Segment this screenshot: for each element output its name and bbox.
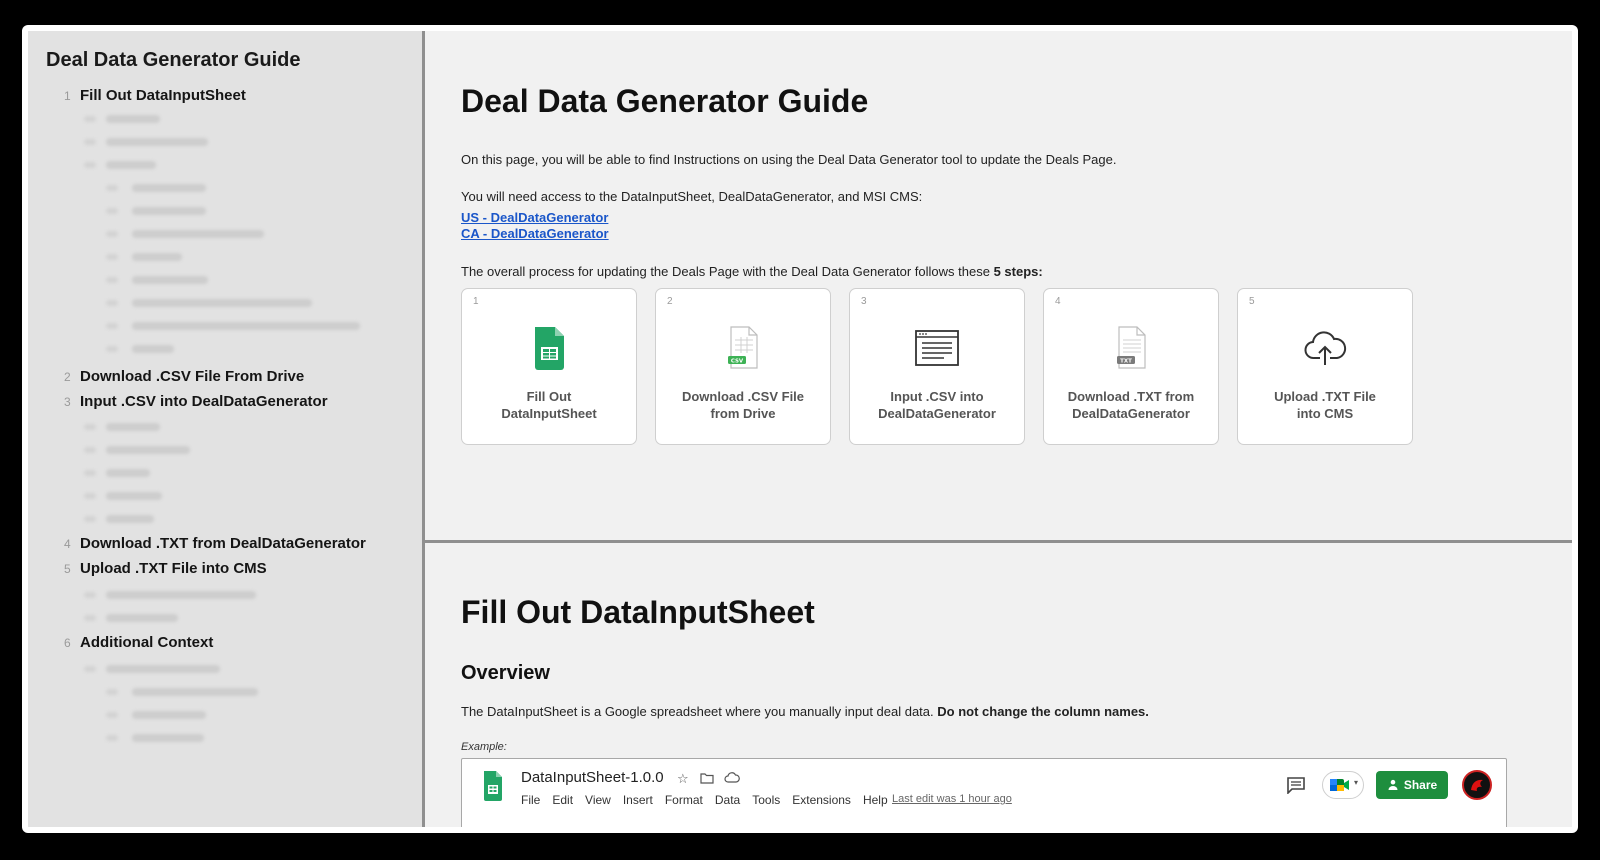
intro-text: On this page, you will be able to find I…: [461, 152, 1117, 167]
menu-edit[interactable]: Edit: [552, 793, 573, 807]
process-text-main: The overall process for updating the Dea…: [461, 264, 994, 279]
step-card-2[interactable]: 2 CSV Download .CSV File from Drive: [655, 288, 831, 445]
process-text-bold: 5 steps:: [993, 264, 1043, 279]
toc-label: Input .CSV into DealDataGenerator: [80, 393, 328, 410]
step-label: Download .TXT from DealDataGenerator: [1052, 388, 1210, 422]
move-folder-icon: [700, 773, 714, 784]
step-label-line2: into CMS: [1296, 406, 1354, 421]
toc-label: Download .CSV File From Drive: [80, 368, 305, 385]
toc-number: 6: [64, 636, 71, 650]
process-text: The overall process for updating the Dea…: [461, 264, 1043, 279]
menu-view[interactable]: View: [585, 793, 611, 807]
overview-text-bold: Do not change the column names.: [937, 704, 1149, 719]
steps-cards: 1 Fill Out DataInputSheet 2 CSV Download…: [461, 288, 1413, 445]
svg-text:CSV: CSV: [731, 358, 744, 364]
window-frame: Deal Data Generator Guide 1 Fill Out Data…: [22, 25, 1578, 833]
share-label: Share: [1403, 778, 1438, 792]
overview-text-main: The DataInputSheet is a Google spreadshe…: [461, 704, 938, 719]
step-label-line2: from Drive: [710, 406, 776, 421]
txt-file-icon: TXT: [1117, 326, 1146, 369]
step-card-4[interactable]: 4 TXT Download .TXT from DealDataGenerato…: [1043, 288, 1219, 445]
toc-item-input-csv[interactable]: 3 Input .CSV into DealDataGenerator: [64, 393, 328, 410]
step-number: 1: [473, 296, 479, 307]
step-label: Input .CSV into DealDataGenerator: [858, 388, 1016, 422]
section-title-fill-out: Fill Out DataInputSheet: [461, 594, 815, 630]
step-card-5[interactable]: 5 Upload .TXT File into CMS: [1237, 288, 1413, 445]
step-label-line2: DataInputSheet: [501, 406, 597, 421]
step-label-line1: Upload .TXT File: [1274, 389, 1376, 404]
toc-item-additional-context[interactable]: 6 Additional Context: [64, 634, 213, 651]
step-label-line1: Fill Out: [526, 389, 572, 404]
step-card-1[interactable]: 1 Fill Out DataInputSheet: [461, 288, 637, 445]
toc-label: Upload .TXT File into CMS: [80, 560, 267, 577]
csv-file-icon: CSV: [728, 326, 758, 369]
step-label: Download .CSV File from Drive: [664, 388, 822, 422]
lock-person-icon: [1388, 779, 1398, 790]
spreadsheet-screenshot: DataInputSheet-1.0.0 ☆ File Edit View In…: [461, 758, 1507, 827]
browser-window-icon: [915, 330, 959, 366]
overview-heading: Overview: [461, 662, 550, 684]
share-button[interactable]: Share: [1376, 771, 1448, 799]
google-sheets-icon: [484, 771, 502, 801]
step-card-3[interactable]: 3 Input .CSV into DealDataGenerator: [849, 288, 1025, 445]
page-content: Deal Data Generator Guide 1 Fill Out Data…: [28, 31, 1572, 827]
step-label: Upload .TXT File into CMS: [1246, 388, 1404, 422]
toc-label: Download .TXT from DealDataGenerator: [80, 535, 366, 552]
menu-help[interactable]: Help: [863, 793, 888, 807]
spreadsheet-menu-bar: File Edit View Insert Format Data Tools …: [521, 793, 888, 807]
step-label-line1: Download .CSV File: [681, 389, 805, 404]
toc-number: 4: [64, 537, 71, 551]
svg-text:TXT: TXT: [1120, 358, 1132, 364]
step-number: 2: [667, 296, 673, 307]
overview-text: The DataInputSheet is a Google spreadshe…: [461, 704, 1149, 719]
menu-format[interactable]: Format: [665, 793, 703, 807]
menu-insert[interactable]: Insert: [623, 793, 653, 807]
step-label-line2: DealDataGenerator: [1072, 406, 1190, 421]
spreadsheet-title: DataInputSheet-1.0.0: [521, 769, 664, 786]
avatar[interactable]: [1462, 770, 1492, 800]
star-icon: ☆: [677, 771, 689, 786]
toc-item-fill-out[interactable]: 1 Fill Out DataInputSheet: [64, 87, 246, 104]
sidebar-toc: Deal Data Generator Guide 1 Fill Out Data…: [28, 31, 425, 827]
comment-icon[interactable]: [1286, 776, 1306, 794]
toc-item-download-txt[interactable]: 4 Download .TXT from DealDataGenerator: [64, 535, 366, 552]
menu-file[interactable]: File: [521, 793, 540, 807]
step-label: Fill Out DataInputSheet: [470, 388, 628, 422]
access-text: You will need access to the DataInputShe…: [461, 189, 923, 204]
dragon-logo-icon: [1471, 779, 1483, 791]
step-number: 4: [1055, 296, 1061, 307]
toc-number: 3: [64, 395, 71, 409]
toc-label: Fill Out DataInputSheet: [80, 87, 246, 104]
sidebar-title: Deal Data Generator Guide: [46, 49, 301, 71]
toc-number: 2: [64, 370, 71, 384]
menu-extensions[interactable]: Extensions: [792, 793, 851, 807]
section-divider: [425, 540, 1572, 543]
main-content: Deal Data Generator Guide On this page, …: [425, 31, 1572, 827]
meet-button[interactable]: ▾: [1322, 771, 1364, 799]
step-label-line2: DealDataGenerator: [878, 406, 996, 421]
google-meet-icon: [1330, 779, 1349, 791]
us-dealdatagenerator-link[interactable]: US - DealDataGenerator: [461, 210, 608, 225]
example-label: Example:: [461, 741, 507, 753]
toc-number: 1: [64, 89, 71, 103]
toc-label: Additional Context: [80, 634, 214, 651]
google-sheets-icon: [535, 327, 564, 370]
step-number: 3: [861, 296, 867, 307]
page-title: Deal Data Generator Guide: [461, 83, 869, 119]
cloud-upload-icon: [1304, 331, 1347, 365]
cloud-status-icon: [724, 772, 740, 783]
toc-item-download-csv[interactable]: 2 Download .CSV File From Drive: [64, 368, 304, 385]
chevron-down-icon: ▾: [1354, 778, 1359, 787]
ca-dealdatagenerator-link[interactable]: CA - DealDataGenerator: [461, 226, 609, 241]
step-label-line1: Download .TXT from: [1067, 389, 1195, 404]
toc-item-upload-txt[interactable]: 5 Upload .TXT File into CMS: [64, 560, 267, 577]
menu-data[interactable]: Data: [715, 793, 740, 807]
last-edit-link[interactable]: Last edit was 1 hour ago: [892, 793, 1012, 805]
step-number: 5: [1249, 296, 1255, 307]
menu-tools[interactable]: Tools: [752, 793, 780, 807]
toc-number: 5: [64, 562, 71, 576]
step-label-line1: Input .CSV into: [890, 389, 984, 404]
intro-section: Deal Data Generator Guide On this page, …: [425, 31, 1572, 539]
